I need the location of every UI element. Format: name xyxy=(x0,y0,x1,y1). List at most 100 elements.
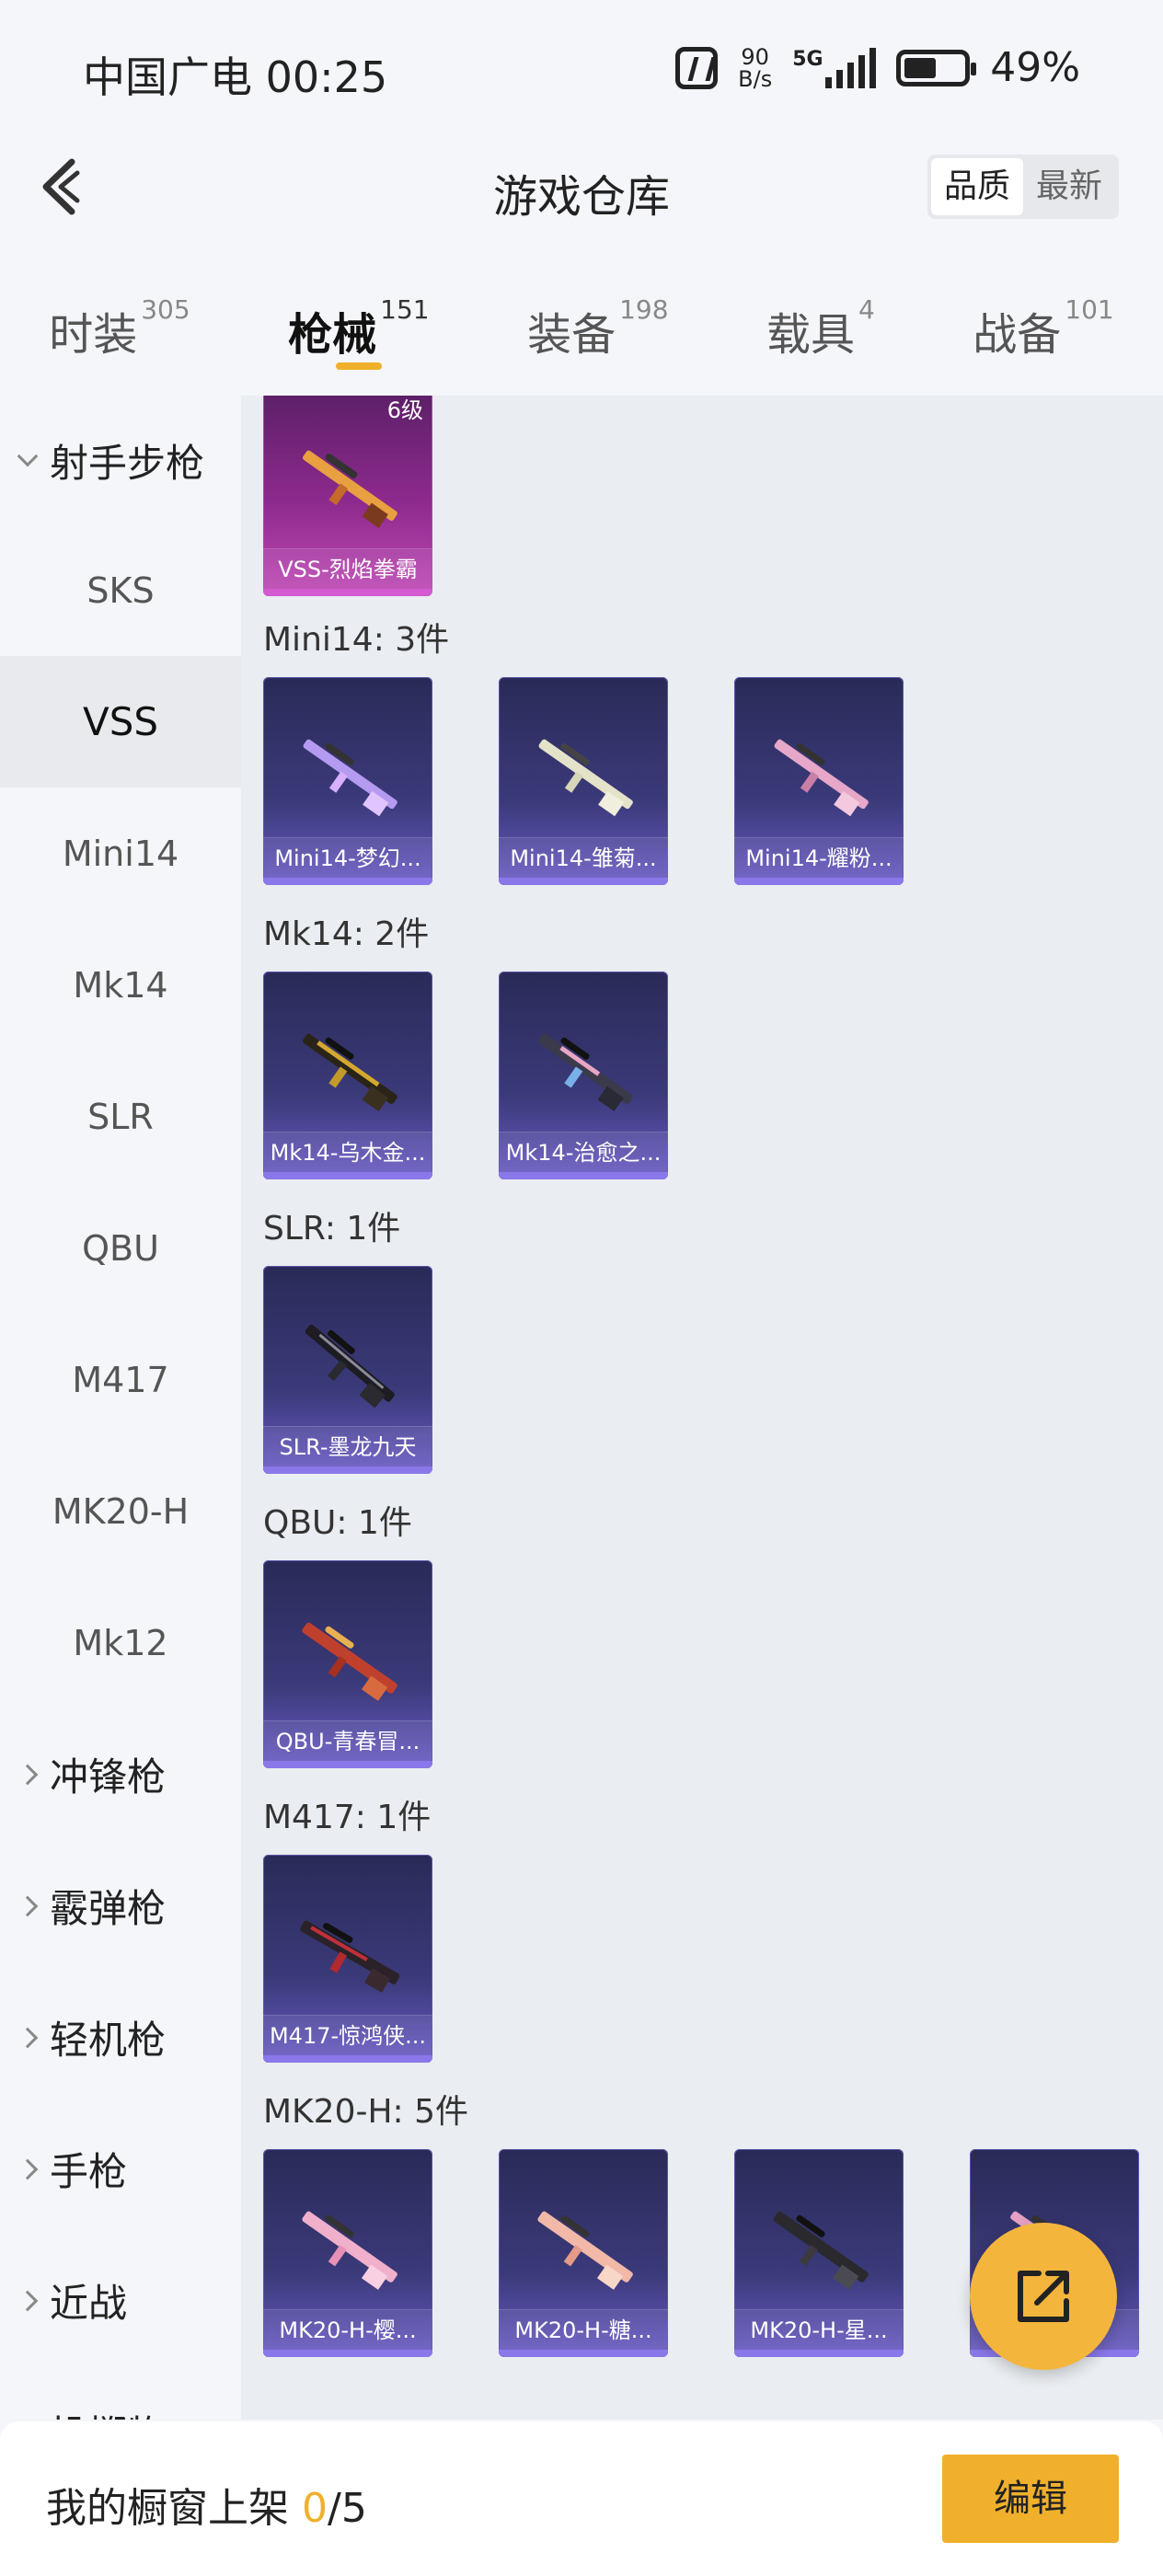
skin-name: Mk14-治愈之... xyxy=(499,1132,668,1172)
sidebar-item-mk20h[interactable]: MK20-H xyxy=(0,1445,241,1577)
bottom-bar: 我的橱窗上架 0/5 编辑 xyxy=(0,2421,1163,2576)
skin-card[interactable]: M417-惊鸿侠... xyxy=(263,1855,432,2063)
chevron-right-icon xyxy=(17,1895,39,1916)
sidebar-item-vss[interactable]: VSS xyxy=(0,656,241,788)
sidebar-item-label: 射手步枪 xyxy=(50,440,205,486)
sidebar-item-label: 手枪 xyxy=(50,2149,128,2194)
rifle-icon xyxy=(302,1622,397,1701)
section-title: Mk14: 2件 xyxy=(263,915,430,953)
sidebar-item-pistol[interactable]: 手枪 xyxy=(0,2103,241,2235)
skin-card[interactable]: SLR-墨龙九天 xyxy=(263,1266,432,1474)
sort-toggle: 品质 最新 xyxy=(927,155,1119,219)
edit-button[interactable]: 编辑 xyxy=(942,2455,1119,2543)
section-title: QBU: 1件 xyxy=(263,1504,412,1542)
skin-name: M417-惊鸿侠... xyxy=(263,2015,432,2055)
showcase-current: 0 xyxy=(302,2485,328,2532)
skin-card[interactable]: Mk14-乌木金... xyxy=(263,972,432,1179)
rifle-icon xyxy=(302,2211,397,2290)
sidebar-item-mk12[interactable]: Mk12 xyxy=(0,1577,241,1708)
skin-card[interactable]: Mini14-雏菊... xyxy=(499,677,668,885)
tab-count: 101 xyxy=(1065,294,1114,325)
rifle-icon xyxy=(773,2211,869,2290)
rifle-icon xyxy=(303,1033,397,1112)
tab-label: 载具 xyxy=(766,309,855,361)
skin-name: VSS-烈焰拳霸 xyxy=(263,548,432,589)
sidebar-item-label: SKS xyxy=(86,569,155,611)
skin-name: QBU-青春冒... xyxy=(263,1720,432,1761)
section-title: M417: 1件 xyxy=(263,1799,432,1836)
sidebar-item-shotgun[interactable]: 霰弹枪 xyxy=(0,1840,241,1972)
tab-firearms[interactable]: 枪械 151 xyxy=(288,276,430,370)
carrier-time: 中国广电 00:25 xyxy=(83,52,388,102)
sidebar-item-label: 近战 xyxy=(50,2281,128,2326)
skin-card[interactable]: QBU-青春冒... xyxy=(263,1560,432,1768)
tab-label: 战备 xyxy=(973,309,1062,361)
network-type: 5G xyxy=(792,47,823,71)
skin-name: Mini14-雏菊... xyxy=(499,837,668,878)
tab-label: 时装 xyxy=(49,309,138,361)
skin-card-vss[interactable]: 6级 VSS-烈焰拳霸 xyxy=(263,396,432,596)
status-icons: 90 B/s 5G 49% xyxy=(675,44,1080,91)
skin-card[interactable]: Mk14-治愈之... xyxy=(499,972,668,1179)
sidebar-item-label: MK20-H xyxy=(52,1490,190,1532)
rifle-icon xyxy=(537,2211,633,2290)
weapon-list: 6级 VSS-烈焰拳霸 Mini14: 3件 Mini14-梦幻... Mini… xyxy=(241,396,1163,2420)
sidebar-item-qbu[interactable]: QBU xyxy=(0,1182,241,1314)
rifle-icon xyxy=(303,450,397,529)
sidebar-item-sks[interactable]: SKS xyxy=(0,524,241,656)
signal-icon: 5G xyxy=(792,47,877,88)
active-tab-indicator xyxy=(335,362,382,370)
sidebar-item-marksman-rifles[interactable]: 射手步枪 xyxy=(0,396,241,524)
sidebar-item-mk14[interactable]: Mk14 xyxy=(0,919,241,1051)
share-button[interactable] xyxy=(970,2223,1117,2370)
weapon-category-sidebar: 射手步枪 SKS VSS Mini14 Mk14 SLR QBU M417 MK… xyxy=(0,396,241,2420)
battery-icon xyxy=(896,49,977,86)
sidebar-item-label: 投掷物 xyxy=(50,2404,166,2420)
sidebar-item-throwables[interactable]: 投掷物 xyxy=(0,2366,241,2420)
tab-count: 151 xyxy=(380,294,430,325)
skin-card[interactable]: MK20-H-糖... xyxy=(499,2149,668,2357)
section-title: MK20-H: 5件 xyxy=(263,2093,469,2131)
skin-name: MK20-H-星... xyxy=(734,2309,904,2350)
sidebar-item-label: SLR xyxy=(87,1096,154,1137)
sort-quality-button[interactable]: 品质 xyxy=(930,158,1023,215)
chevron-right-icon xyxy=(17,1764,39,1785)
skin-card[interactable]: MK20-H-樱... xyxy=(263,2149,432,2357)
sidebar-item-label: M417 xyxy=(72,1359,169,1400)
chevron-right-icon xyxy=(17,2027,39,2048)
tab-fashion[interactable]: 时装 305 xyxy=(49,276,190,362)
skin-card[interactable]: MK20-H-星... xyxy=(734,2149,904,2357)
net-speed-unit: B/s xyxy=(738,65,773,92)
sidebar-item-label: QBU xyxy=(82,1227,159,1269)
nfc-icon xyxy=(675,46,719,89)
section-title: Mini14: 3件 xyxy=(263,621,450,659)
sidebar-item-smg[interactable]: 冲锋枪 xyxy=(0,1708,241,1840)
sidebar-item-slr[interactable]: SLR xyxy=(0,1051,241,1182)
sidebar-item-label: Mini14 xyxy=(62,833,179,874)
level-badge: 6级 xyxy=(386,397,423,423)
skin-name: Mk14-乌木金... xyxy=(263,1132,432,1172)
battery-level: 49% xyxy=(990,44,1080,91)
sidebar-item-melee[interactable]: 近战 xyxy=(0,2235,241,2366)
share-icon xyxy=(1018,2271,1069,2322)
sidebar-item-label: VSS xyxy=(82,699,159,744)
skin-name: SLR-墨龙九天 xyxy=(263,1426,432,1466)
sidebar-item-lmg[interactable]: 轻机枪 xyxy=(0,1972,241,2103)
chevron-right-icon xyxy=(17,2290,39,2311)
rifle-icon xyxy=(305,1324,395,1409)
tab-equipment[interactable]: 装备 198 xyxy=(527,276,668,362)
sidebar-item-mini14[interactable]: Mini14 xyxy=(0,788,241,919)
category-tabs: 时装 305 枪械 151 装备 198 载具 4 战备 101 xyxy=(0,276,1163,386)
sidebar-item-label: 霰弹枪 xyxy=(50,1886,167,1931)
sidebar-item-label: 轻机枪 xyxy=(50,2018,167,2063)
skin-card[interactable]: Mini14-耀粉... xyxy=(734,677,904,885)
status-bar: 中国广电 00:25 90 B/s 5G 49% xyxy=(0,0,1163,129)
sidebar-item-m417[interactable]: M417 xyxy=(0,1314,241,1445)
skin-card[interactable]: Mini14-梦幻... xyxy=(263,677,432,885)
tab-vehicles[interactable]: 载具 4 xyxy=(766,276,875,362)
showcase-total: /5 xyxy=(328,2485,367,2532)
chevron-down-icon xyxy=(17,445,39,467)
tab-label: 装备 xyxy=(527,309,616,361)
sort-newest-button[interactable]: 最新 xyxy=(1023,158,1115,215)
tab-battle-gear[interactable]: 战备 101 xyxy=(973,276,1113,362)
